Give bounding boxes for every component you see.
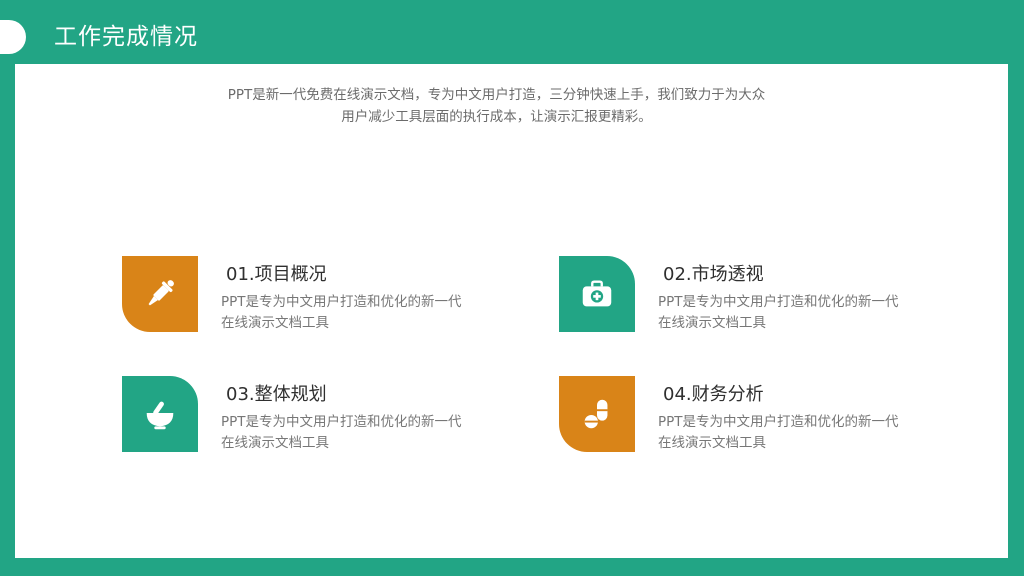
item-financial-analysis: 04.财务分析 PPT是专为中文用户打造和优化的新一代在线演示文档工具 (559, 376, 979, 456)
dropper-icon (148, 280, 174, 306)
item-icon-box (559, 256, 635, 332)
item-market-insight: 02.市场透视 PPT是专为中文用户打造和优化的新一代在线演示文档工具 (559, 256, 979, 336)
item-icon-box (122, 376, 198, 452)
item-title: 02.市场透视 (663, 264, 764, 285)
item-description: PPT是专为中文用户打造和优化的新一代在线演示文档工具 (221, 414, 462, 451)
item-icon-box (559, 376, 635, 452)
item-description: PPT是专为中文用户打造和优化的新一代在线演示文档工具 (221, 294, 462, 331)
item-overall-plan: 03.整体规划 PPT是专为中文用户打造和优化的新一代在线演示文档工具 (122, 376, 542, 456)
intro-text: PPT是新一代免费在线演示文档，专为中文用户打造，三分钟快速上手，我们致力于为大… (150, 84, 843, 128)
intro-line-1: PPT是新一代免费在线演示文档，专为中文用户打造，三分钟快速上手，我们致力于为大… (227, 87, 766, 103)
item-icon-box (122, 256, 198, 332)
pills-icon (584, 399, 608, 429)
item-title: 04.财务分析 (663, 384, 764, 405)
mortar-icon (146, 401, 174, 430)
item-title: 03.整体规划 (226, 384, 327, 405)
page-title: 工作完成情况 (54, 24, 198, 50)
item-title: 01.项目概况 (226, 264, 327, 285)
intro-line-2: 用户减少工具层面的执行成本，让演示汇报更精彩。 (341, 109, 652, 125)
item-project-overview: 01.项目概况 PPT是专为中文用户打造和优化的新一代在线演示文档工具 (122, 256, 542, 336)
item-description: PPT是专为中文用户打造和优化的新一代在线演示文档工具 (658, 294, 899, 331)
header-tab-decoration (0, 20, 26, 54)
medkit-icon (582, 280, 612, 307)
item-description: PPT是专为中文用户打造和优化的新一代在线演示文档工具 (658, 414, 899, 451)
